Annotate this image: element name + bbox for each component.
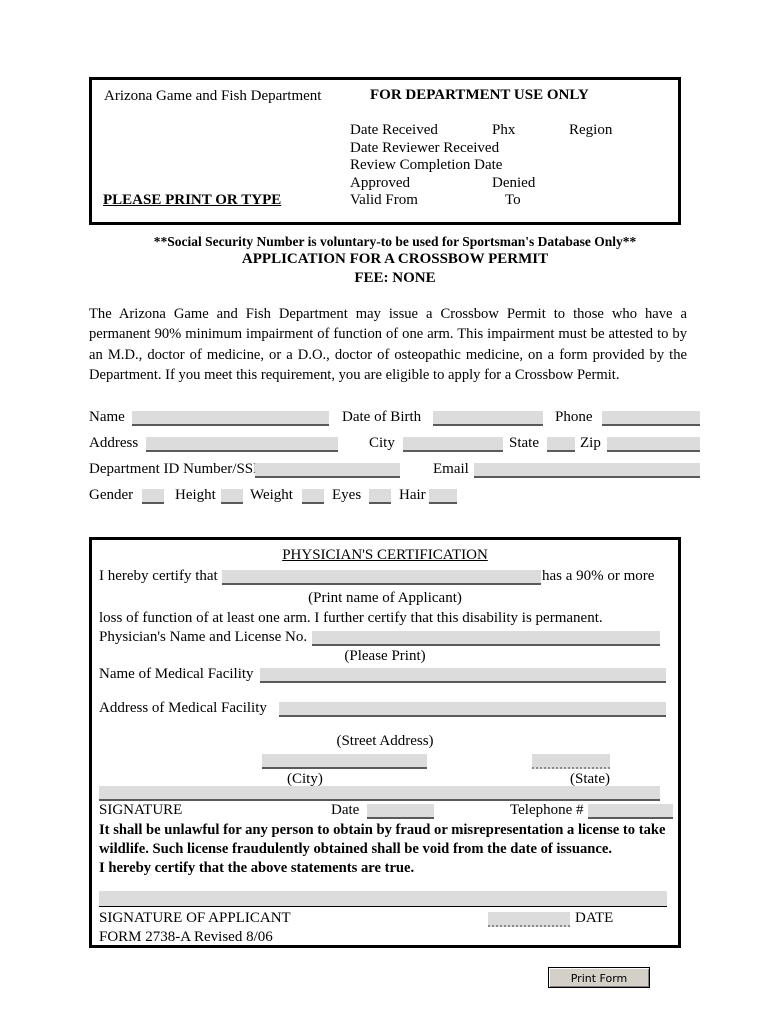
date-of-birth-label: Date of Birth [342, 409, 422, 425]
department-id-ssn-input[interactable] [255, 463, 400, 478]
phx-label: Phx [492, 122, 516, 138]
facility-address-label: Address of Medical Facility [99, 700, 267, 716]
warning-line-1: It shall be unlawful for any person to o… [99, 822, 666, 838]
applicant-row-physical: Gender Height Weight Eyes Hair [89, 486, 704, 512]
please-print-or-type-label: PLEASE PRINT OR TYPE [103, 192, 282, 208]
name-label: Name [89, 409, 125, 425]
zip-label: Zip [580, 435, 601, 451]
city-input[interactable] [403, 437, 503, 452]
physician-certification-title: PHYSICIAN'S CERTIFICATION [282, 547, 488, 563]
address-label: Address [89, 435, 139, 451]
address-input[interactable] [146, 437, 338, 452]
zip-input[interactable] [607, 437, 700, 452]
phone-label: Phone [555, 409, 593, 425]
applicant-date-label: DATE [575, 910, 614, 926]
warning-line-3: I hereby certify that the above statemen… [99, 860, 415, 876]
physician-date-input[interactable] [367, 804, 434, 819]
warning-line-2: wildlife. Such license fraudulently obta… [99, 841, 612, 857]
review-completion-date-label: Review Completion Date [350, 157, 503, 173]
facility-state-input[interactable] [532, 754, 610, 769]
department-use-only-title: FOR DEPARTMENT USE ONLY [370, 87, 589, 103]
agency-name: Arizona Game and Fish Department [104, 88, 322, 104]
department-id-ssn-label: Department ID Number/SSN: [89, 461, 269, 477]
facility-address-input[interactable] [279, 702, 666, 717]
weight-input[interactable] [302, 489, 324, 504]
certify-suffix-label: has a 90% or more [542, 568, 655, 584]
applicant-name-certification-input[interactable] [222, 570, 541, 585]
form-page: Arizona Game and Fish Department FOR DEP… [0, 0, 770, 1024]
phone-input[interactable] [602, 411, 700, 426]
intro-paragraph: The Arizona Game and Fish Department may… [89, 306, 687, 384]
valid-from-label: Valid From [350, 192, 418, 208]
print-form-button[interactable]: Print Form [548, 967, 650, 988]
gender-input[interactable] [142, 489, 164, 504]
facility-city-input[interactable] [262, 754, 427, 769]
gender-label: Gender [89, 487, 134, 503]
facility-name-label: Name of Medical Facility [99, 666, 254, 682]
signature-label: SIGNATURE [99, 802, 183, 818]
physician-name-license-label: Physician's Name and License No. [99, 629, 308, 645]
eyes-label: Eyes [332, 487, 362, 503]
telephone-label: Telephone # [510, 802, 584, 818]
date-of-birth-input[interactable] [433, 411, 543, 426]
applicant-row-name: Name Date of Birth Phone [89, 408, 704, 434]
physician-certification-box: PHYSICIAN'S CERTIFICATION I hereby certi… [89, 537, 681, 948]
hair-label: Hair [399, 487, 426, 503]
physician-name-license-input[interactable] [312, 631, 660, 646]
form-number-label: FORM 2738-A Revised 8/06 [99, 929, 273, 945]
physician-date-label: Date [331, 802, 360, 818]
facility-name-input[interactable] [260, 668, 666, 683]
name-input[interactable] [132, 411, 329, 426]
certify-prefix-label: I hereby certify that [99, 568, 218, 584]
print-name-of-applicant-caption: (Print name of Applicant) [308, 590, 462, 606]
hair-input[interactable] [429, 489, 457, 504]
city-label: City [369, 435, 395, 451]
state-input[interactable] [547, 437, 575, 452]
loss-of-function-line: loss of function of at least one arm. I … [99, 610, 603, 626]
state-label: State [509, 435, 539, 451]
weight-label: Weight [250, 487, 293, 503]
ssn-voluntary-note: **Social Security Number is voluntary-to… [153, 234, 637, 249]
email-input[interactable] [474, 463, 700, 478]
applicant-signature-input[interactable] [99, 891, 667, 907]
telephone-input[interactable] [588, 804, 673, 819]
eyes-input[interactable] [369, 489, 391, 504]
date-received-label: Date Received [350, 122, 438, 138]
applicant-date-input[interactable] [488, 912, 570, 927]
please-print-caption: (Please Print) [344, 648, 426, 664]
height-label: Height [175, 487, 216, 503]
signature-of-applicant-label: SIGNATURE OF APPLICANT [99, 910, 291, 926]
valid-to-label: To [505, 192, 521, 208]
email-label: Email [433, 461, 469, 477]
approved-label: Approved [350, 174, 410, 191]
applicant-fields: Name Date of Birth Phone Address City St… [89, 408, 704, 512]
unlawful-warning: It shall be unlawful for any person to o… [99, 821, 679, 878]
denied-label: Denied [492, 174, 536, 191]
department-use-box: Arizona Game and Fish Department FOR DEP… [89, 77, 681, 225]
applicant-row-address: Address City State Zip [89, 434, 704, 460]
date-reviewer-received-label: Date Reviewer Received [350, 139, 500, 156]
title-block: **Social Security Number is voluntary-to… [89, 233, 701, 288]
application-title: APPLICATION FOR A CROSSBOW PERMIT [241, 251, 549, 267]
applicant-row-deptid: Department ID Number/SSN: Email [89, 460, 704, 486]
fee-label: FEE: NONE [354, 270, 436, 286]
height-input[interactable] [221, 489, 243, 504]
street-address-caption: (Street Address) [336, 733, 434, 749]
physician-signature-input[interactable] [99, 786, 660, 801]
region-label: Region [569, 122, 613, 138]
